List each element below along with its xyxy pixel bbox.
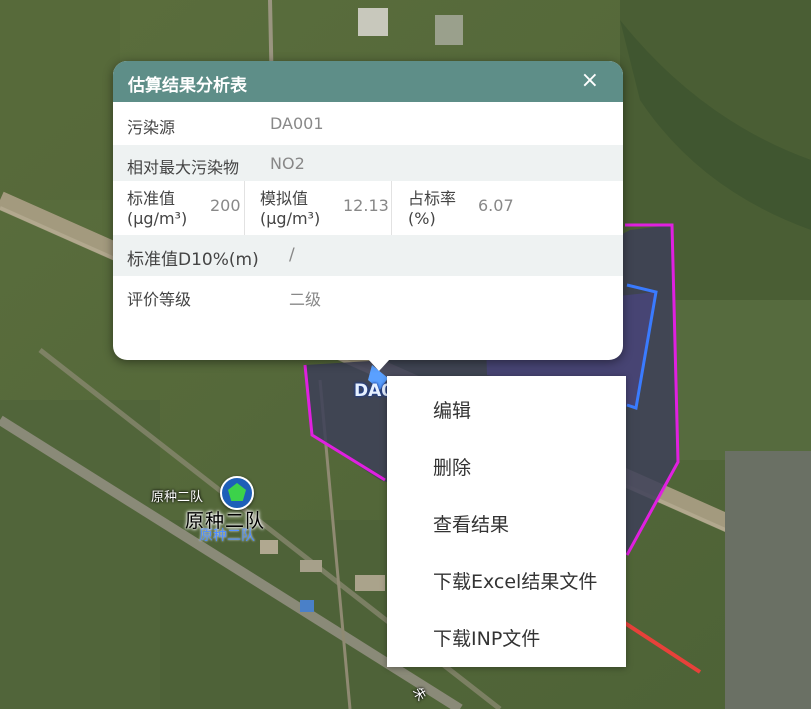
side-panel-edge xyxy=(725,451,811,709)
poi-pin-icon[interactable] xyxy=(220,476,254,510)
std-value: 200 xyxy=(210,196,241,215)
source-value: DA001 xyxy=(270,114,324,133)
row-pollutant: 相对最大污染物 NO2 xyxy=(113,145,623,181)
source-label: 污染源 xyxy=(127,118,176,137)
menu-item-edit[interactable]: 编辑 xyxy=(433,396,471,423)
menu-item-download-inp[interactable]: 下载INP文件 xyxy=(433,624,540,651)
ratio-value: 6.07 xyxy=(478,196,514,215)
divider xyxy=(391,181,392,235)
menu-item-download-excel[interactable]: 下载Excel结果文件 xyxy=(433,567,597,594)
grade-value: 二级 xyxy=(289,290,322,309)
d10-value: / xyxy=(289,245,295,265)
popup-header: 估算结果分析表 × xyxy=(113,61,623,102)
estimation-result-popup: 估算结果分析表 × 污染源 DA001 相对最大污染物 NO2 标准值 (μg/m… xyxy=(113,61,623,371)
popup-pointer xyxy=(368,359,390,371)
row-d10: 标准值D10%(m) / xyxy=(113,235,623,276)
menu-item-view-results[interactable]: 查看结果 xyxy=(433,510,509,537)
row-grade: 评价等级 二级 xyxy=(113,276,623,320)
ratio-label: 占标率 (%) xyxy=(408,189,457,228)
divider xyxy=(244,181,245,235)
sim-label: 模拟值 (μg/m³) xyxy=(260,189,321,228)
menu-item-delete[interactable]: 删除 xyxy=(433,453,471,480)
context-menu: 编辑 删除 查看结果 下载Excel结果文件 下载INP文件 xyxy=(387,376,626,667)
pollutant-value: NO2 xyxy=(270,154,305,173)
pollutant-label: 相对最大污染物 xyxy=(127,158,240,177)
popup-title: 估算结果分析表 xyxy=(128,76,247,96)
poi-label-small: 原种二队 xyxy=(151,490,204,505)
grade-label: 评价等级 xyxy=(127,290,192,309)
d10-label: 标准值D10%(m) xyxy=(127,250,259,270)
poi-label-large: 原种二队 xyxy=(185,510,266,532)
close-icon[interactable]: × xyxy=(581,68,599,94)
row-source: 污染源 DA001 xyxy=(113,102,623,145)
sim-value: 12.13 xyxy=(343,196,389,215)
std-label: 标准值 (μg/m³) xyxy=(127,189,188,228)
row-metrics: 标准值 (μg/m³) 200 模拟值 (μg/m³) 12.13 占标率 (%) 6… xyxy=(113,181,623,235)
